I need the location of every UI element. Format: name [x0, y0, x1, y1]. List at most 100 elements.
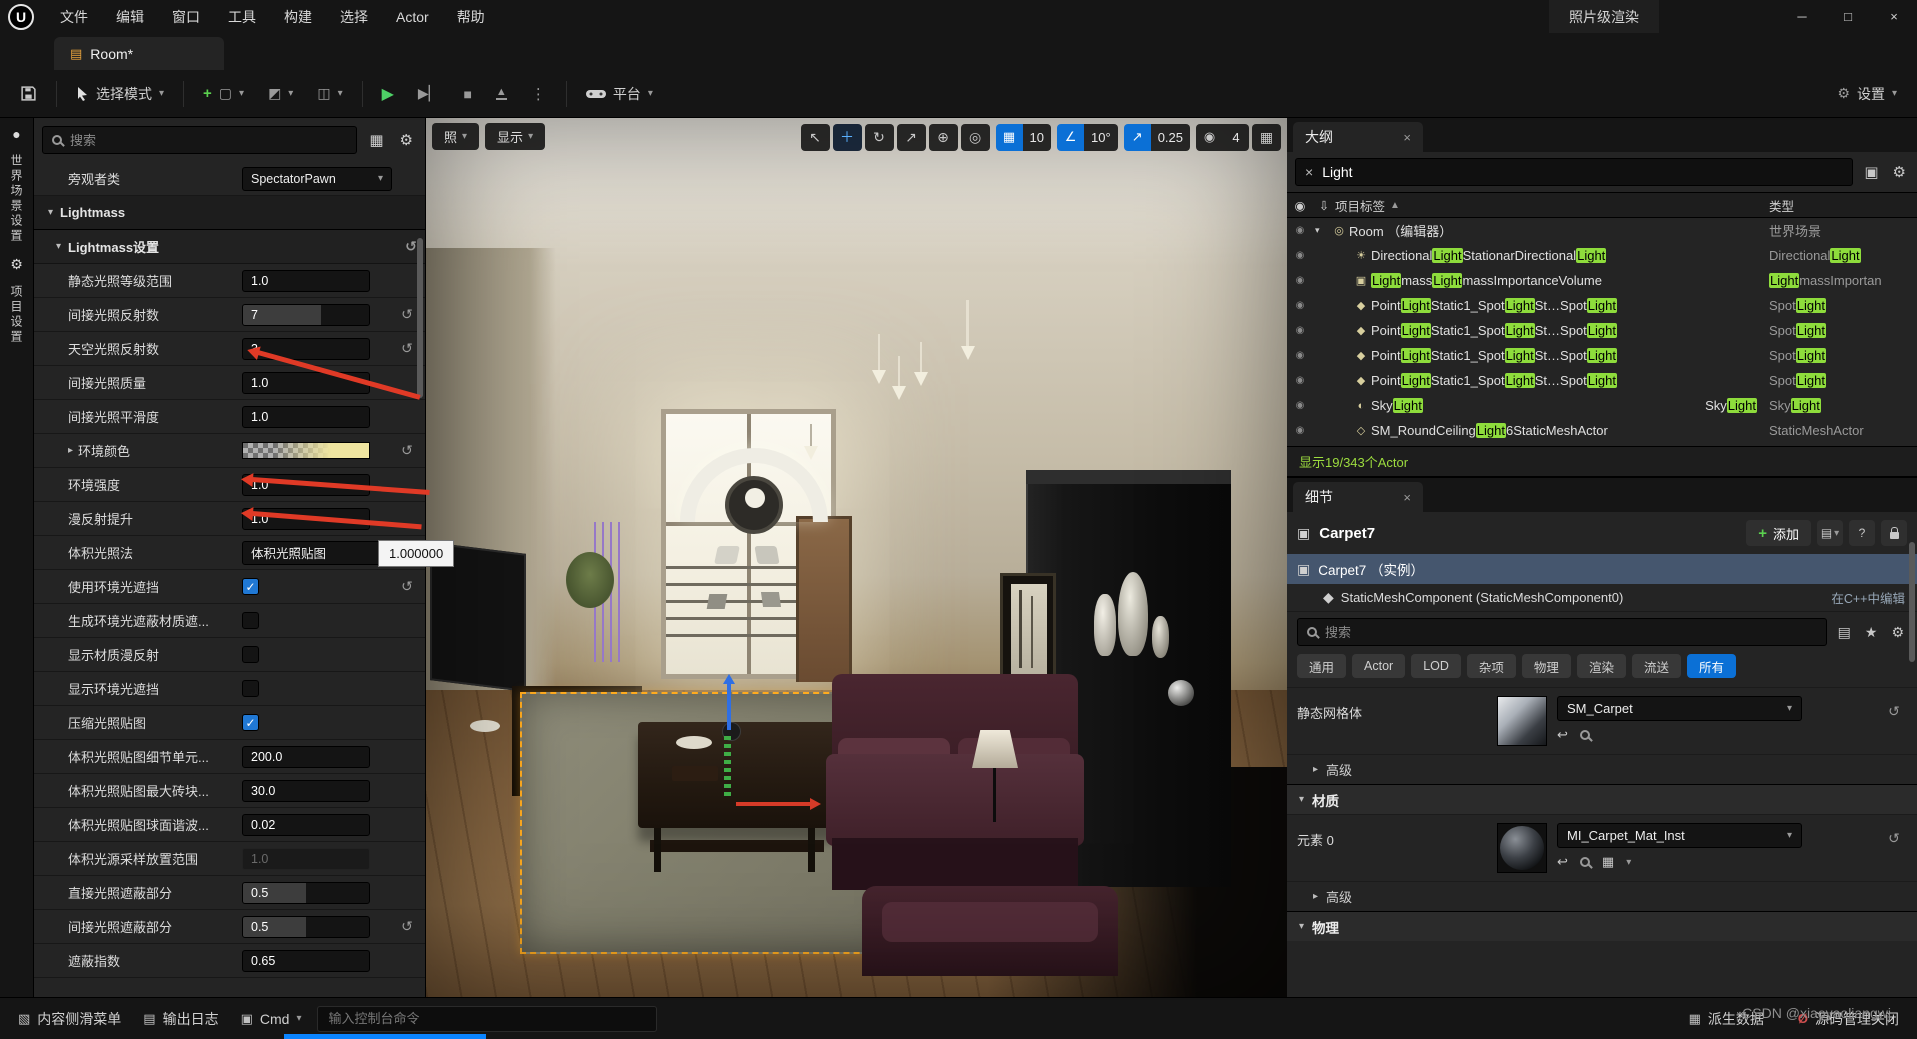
- maximize-viewport-icon[interactable]: ▦: [1252, 124, 1281, 151]
- setting-input[interactable]: 0.65: [242, 950, 370, 972]
- select-tool[interactable]: ↖: [801, 124, 830, 151]
- use-selected-asset-icon[interactable]: ↩: [1557, 854, 1568, 870]
- add-component-button[interactable]: + 添加: [1746, 520, 1811, 546]
- details-search[interactable]: [1297, 618, 1827, 646]
- photo-render-button[interactable]: 照片级渲染: [1549, 0, 1659, 33]
- setting-input[interactable]: 0.5: [242, 882, 370, 904]
- settings-search[interactable]: [42, 126, 357, 154]
- scale-tool[interactable]: ↗: [897, 124, 926, 151]
- outliner-row[interactable]: ◉◆PointLightStatic1_SpotLightSt…SpotLigh…: [1287, 293, 1917, 318]
- world-settings-icon[interactable]: ●: [12, 126, 20, 142]
- menu-item-构建[interactable]: 构建: [270, 0, 326, 33]
- browse-to-asset-icon[interactable]: [1580, 730, 1590, 740]
- type-column-header[interactable]: 类型: [1769, 196, 1917, 215]
- platforms-dropdown[interactable]: 平台 ▾: [576, 77, 663, 111]
- maximize-button[interactable]: □: [1825, 0, 1871, 33]
- output-log-button[interactable]: ▤ 输出日志: [137, 1009, 224, 1029]
- reset-icon[interactable]: ↺: [393, 918, 421, 935]
- outliner-row[interactable]: ◉◇SM_RoundCeilingLight6StaticMeshActorSt…: [1287, 418, 1917, 443]
- launch-button[interactable]: ▲: [486, 77, 517, 111]
- viewport-mode-button[interactable]: 显示▾: [485, 123, 545, 150]
- rail-project-settings-tab[interactable]: 项目设置: [8, 285, 25, 345]
- filter-chip-渲染[interactable]: 渲染: [1577, 654, 1626, 678]
- console-input-box[interactable]: [317, 1006, 657, 1032]
- details-scrollbar[interactable]: [1909, 542, 1915, 662]
- transform-gizmo-z-axis[interactable]: [727, 684, 731, 730]
- setting-checkbox[interactable]: [242, 646, 259, 663]
- outliner-row[interactable]: ◉◆PointLightStatic1_SpotLightSt…SpotLigh…: [1287, 368, 1917, 393]
- visibility-eye-icon[interactable]: ◉: [1287, 350, 1313, 361]
- content-drawer-button[interactable]: ▧ 内容侧滑菜单: [12, 1009, 127, 1029]
- outliner-row[interactable]: ◉◐SkyLightSkyLightSkyLight: [1287, 393, 1917, 418]
- visibility-column-icon[interactable]: ◉: [1287, 198, 1313, 213]
- expander-icon[interactable]: ▾: [56, 241, 61, 252]
- expander-icon[interactable]: ▾: [48, 207, 53, 218]
- outliner-row[interactable]: ◉▾◎Room （编辑器）世界场景: [1287, 218, 1917, 243]
- outliner-row[interactable]: ◉◆PointLightStatic1_SpotLightSt…SpotLigh…: [1287, 318, 1917, 343]
- settings-dropdown[interactable]: ⚙ 设置 ▾: [1827, 77, 1907, 111]
- outliner-settings-icon[interactable]: ⚙: [1890, 163, 1909, 181]
- pin-column-icon[interactable]: ⇩: [1313, 198, 1335, 213]
- settings-scrollbar[interactable]: [417, 238, 423, 398]
- filter-chip-流送[interactable]: 流送: [1632, 654, 1681, 678]
- setting-input[interactable]: 1.0: [242, 848, 370, 870]
- gear-icon[interactable]: ⚙: [396, 131, 417, 149]
- visibility-eye-icon[interactable]: ◉: [1287, 400, 1313, 411]
- add-actor-dropdown[interactable]: + ▢ ▾: [193, 77, 254, 111]
- blueprint-convert-button[interactable]: ▤▾: [1817, 520, 1843, 546]
- menu-item-工具[interactable]: 工具: [214, 0, 270, 33]
- setting-checkbox[interactable]: ✓: [242, 578, 259, 595]
- rotate-tool[interactable]: ↻: [865, 124, 894, 151]
- move-tool[interactable]: ＋: [833, 124, 862, 151]
- favorites-icon[interactable]: ★: [1862, 624, 1881, 641]
- help-button[interactable]: ?: [1849, 520, 1875, 546]
- setting-input[interactable]: 1.0: [242, 406, 370, 428]
- frame-skip-button[interactable]: ▶▏: [408, 77, 450, 111]
- gear-icon[interactable]: ⚙: [1888, 624, 1907, 641]
- camera-speed-value[interactable]: 4: [1223, 124, 1249, 151]
- advanced-expander[interactable]: ▸ 高级: [1287, 881, 1917, 911]
- visibility-eye-icon[interactable]: ◉: [1287, 375, 1313, 386]
- close-icon[interactable]: ×: [1403, 490, 1411, 505]
- tab-details[interactable]: 细节 ×: [1293, 482, 1423, 512]
- play-options-button[interactable]: ⋮: [521, 77, 557, 111]
- level-viewport[interactable]: 照▾显示▾ ↖ ＋ ↻ ↗ ⊕ ◎ ▦ 10 ∠ 10°: [426, 118, 1287, 997]
- setting-checkbox[interactable]: ✓: [242, 714, 259, 731]
- reset-icon[interactable]: ↺: [393, 442, 421, 459]
- settings-search-input[interactable]: [70, 133, 347, 148]
- save-button[interactable]: [10, 77, 47, 111]
- static-mesh-thumbnail[interactable]: [1497, 696, 1547, 746]
- settings-subsection-header[interactable]: ▾Lightmass设置↺: [34, 230, 425, 264]
- menu-item-编辑[interactable]: 编辑: [102, 0, 158, 33]
- visibility-eye-icon[interactable]: ◉: [1287, 300, 1313, 311]
- select-mode-dropdown[interactable]: 选择模式 ▾: [66, 77, 174, 111]
- filter-chip-LOD[interactable]: LOD: [1411, 654, 1461, 678]
- menu-item-窗口[interactable]: 窗口: [158, 0, 214, 33]
- visibility-eye-icon[interactable]: ◉: [1287, 250, 1313, 261]
- use-selected-asset-icon[interactable]: ↩: [1557, 727, 1568, 743]
- reset-icon[interactable]: ↺: [1881, 696, 1907, 746]
- rail-world-settings-tab[interactable]: 世界场景设置: [8, 154, 25, 244]
- angle-snap-icon[interactable]: ∠: [1057, 124, 1084, 151]
- minimize-button[interactable]: ─: [1779, 0, 1825, 33]
- browse-to-asset-icon[interactable]: [1580, 857, 1590, 867]
- view-options-icon[interactable]: ▦: [365, 131, 387, 149]
- project-settings-icon[interactable]: ⚙: [10, 256, 23, 273]
- grid-snap-value[interactable]: 10: [1023, 124, 1051, 151]
- setting-dropdown[interactable]: 体积光照贴图▾: [242, 541, 392, 565]
- material-thumbnail[interactable]: [1497, 823, 1547, 873]
- blueprints-dropdown[interactable]: ◩ ▾: [258, 77, 303, 111]
- tab-outliner[interactable]: 大纲 ×: [1293, 122, 1423, 152]
- scale-snap-value[interactable]: 0.25: [1151, 124, 1190, 151]
- setting-input[interactable]: 200.0: [242, 746, 370, 768]
- tab-room-level[interactable]: ▤ Room*: [54, 37, 224, 70]
- close-icon[interactable]: ×: [1403, 130, 1411, 145]
- chevron-down-icon[interactable]: ▾: [1626, 857, 1631, 868]
- settings-section-header[interactable]: ▾Lightmass: [34, 196, 425, 230]
- cinematics-dropdown[interactable]: ◫ ▾: [307, 77, 352, 111]
- filter-chip-所有[interactable]: 所有: [1687, 654, 1736, 678]
- setting-checkbox[interactable]: [242, 612, 259, 629]
- setting-input[interactable]: 30.0: [242, 780, 370, 802]
- transform-gizmo-y-axis[interactable]: [724, 736, 731, 800]
- viewport-mode-button[interactable]: 照▾: [432, 123, 479, 150]
